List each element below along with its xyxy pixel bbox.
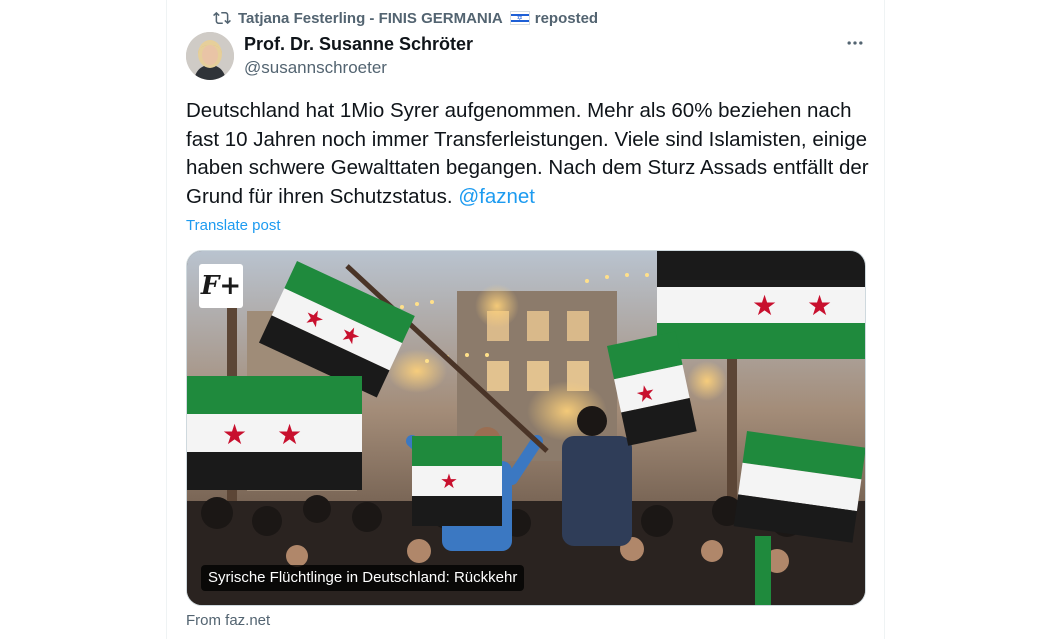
svg-text:★: ★ xyxy=(277,419,302,450)
translate-post-link[interactable]: Translate post xyxy=(186,217,281,234)
author-block: Prof. Dr. Susanne Schröter @susannschroe… xyxy=(244,33,473,79)
svg-text:★: ★ xyxy=(807,290,832,321)
faz-plus-badge: F+ xyxy=(199,264,243,308)
svg-text:★: ★ xyxy=(752,290,777,321)
link-preview-card[interactable]: ★ ★ ★ ★ ★ ★ ★ ★ F+ Syrische Flüchtlinge … xyxy=(186,250,866,606)
svg-text:★: ★ xyxy=(440,471,458,493)
more-icon xyxy=(847,41,863,45)
repost-context[interactable]: Tatjana Festerling - FINIS GERMANIA ✡ re… xyxy=(213,8,598,28)
timeline-column: Tatjana Festerling - FINIS GERMANIA ✡ re… xyxy=(166,0,885,639)
reposter-name[interactable]: Tatjana Festerling - FINIS GERMANIA xyxy=(238,10,503,27)
card-caption: Syrische Flüchtlinge in Deutschland: Rüc… xyxy=(201,565,525,591)
author-avatar[interactable] xyxy=(186,32,234,80)
post-text: Deutschland hat 1Mio Syrer aufgenommen. … xyxy=(186,97,876,211)
author-handle[interactable]: @susannschroeter xyxy=(244,57,473,79)
reposted-label: reposted xyxy=(534,9,599,27)
mention-link[interactable]: @faznet xyxy=(458,185,535,208)
israel-flag-icon: ✡ xyxy=(509,11,530,25)
card-source[interactable]: From faz.net xyxy=(186,612,270,629)
news-photo: ★ ★ ★ ★ ★ ★ ★ ★ xyxy=(187,251,865,605)
author-name[interactable]: Prof. Dr. Susanne Schröter xyxy=(244,33,473,55)
svg-text:★: ★ xyxy=(222,419,247,450)
more-options-button[interactable] xyxy=(842,30,868,56)
repost-icon xyxy=(213,9,231,27)
